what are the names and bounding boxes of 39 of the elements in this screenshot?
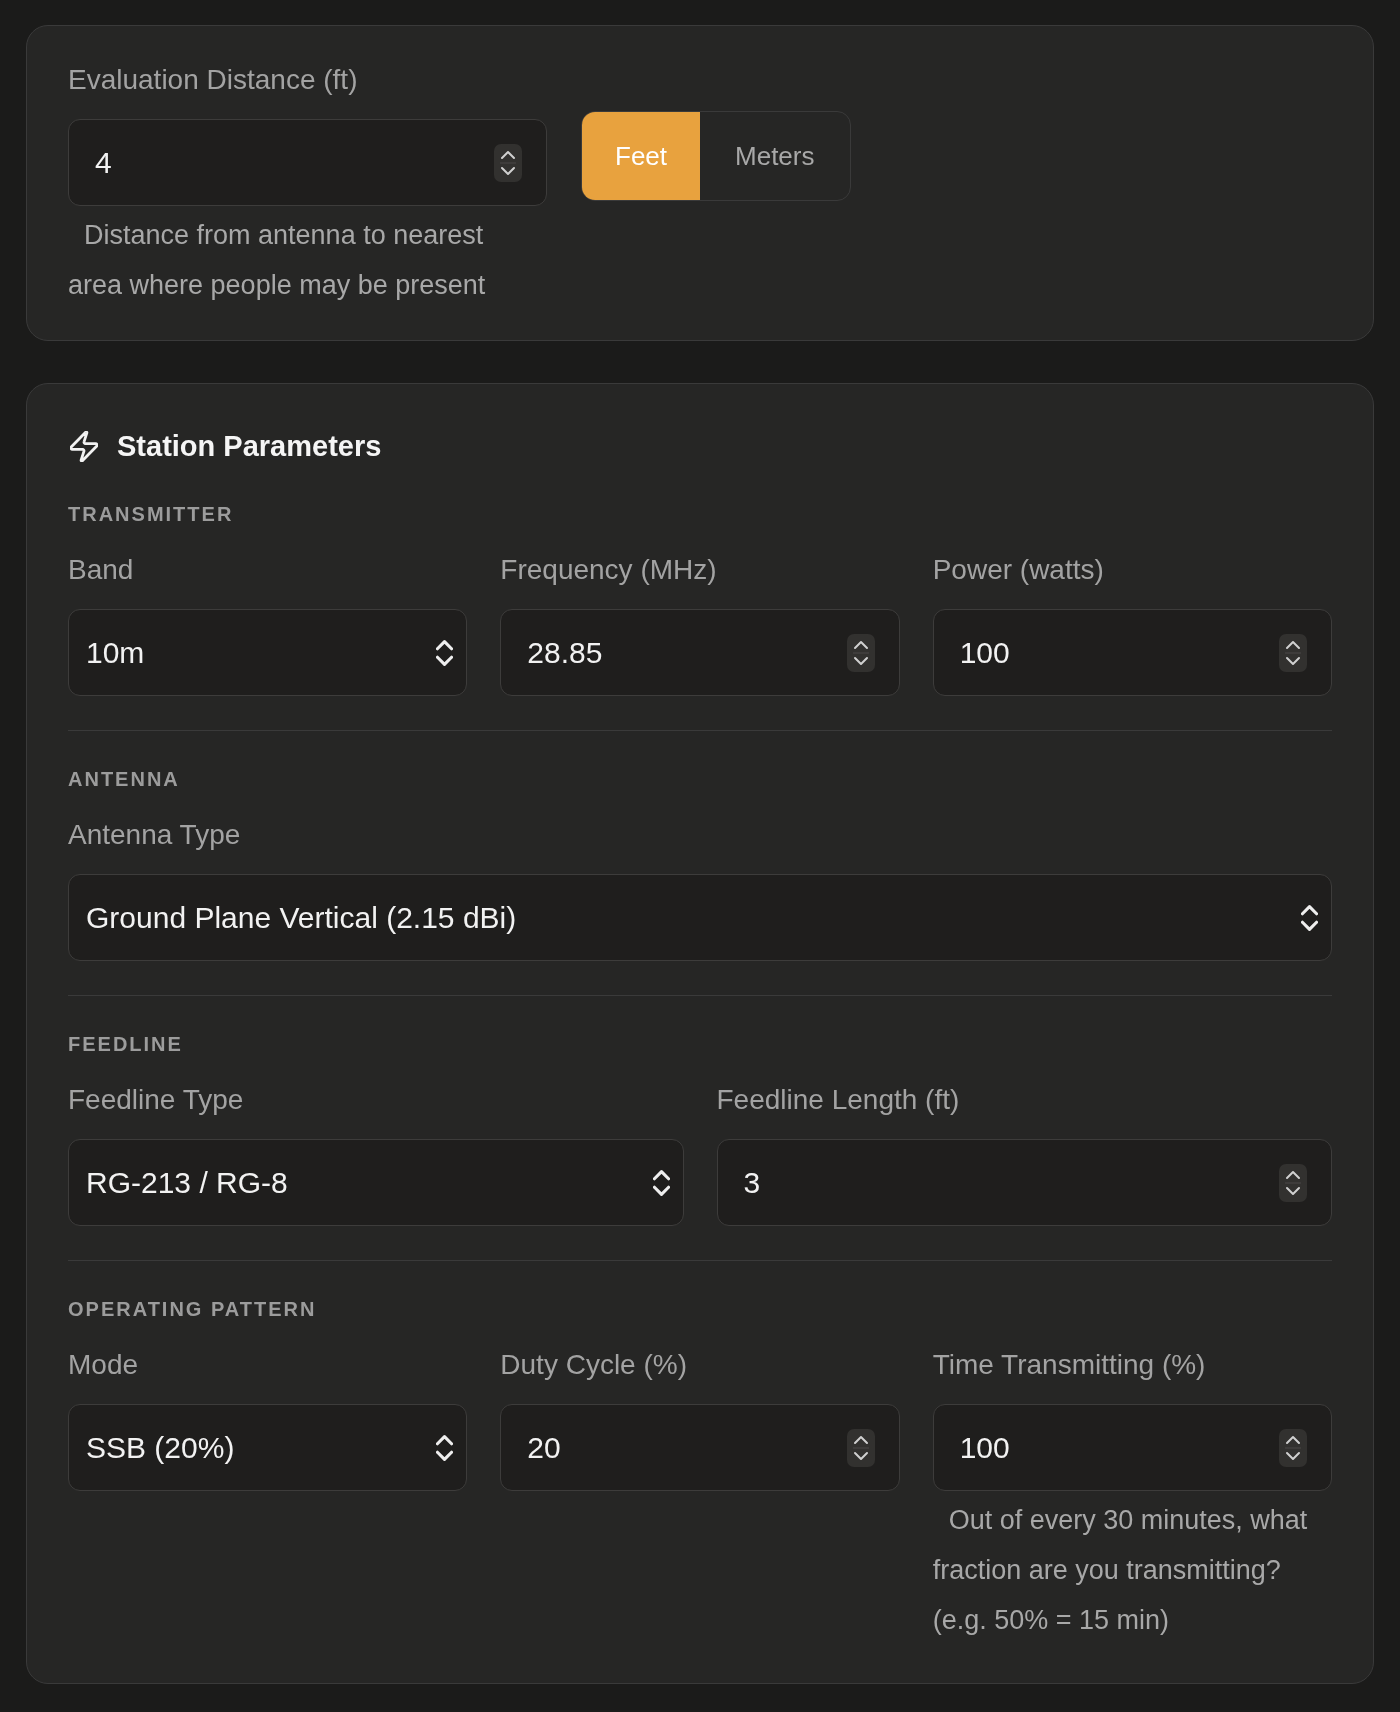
dropdown-field[interactable]: RG-213 / RG-8 bbox=[68, 1139, 684, 1226]
field-label: Antenna Type bbox=[68, 818, 242, 852]
field-label: Duty Cycle (%) bbox=[500, 1348, 689, 1382]
dropdown-field[interactable]: Ground Plane Vertical (2.15 dBi) bbox=[68, 874, 1332, 961]
stepper-arrows-icon[interactable] bbox=[494, 143, 522, 182]
helper-text: Distance from antenna to nearest area where people may be present bbox=[68, 219, 487, 302]
section-heading: OPERATING PATTERN bbox=[68, 1297, 318, 1322]
field-label: Time Transmitting (%) bbox=[932, 1348, 1207, 1382]
stepper-arrows-icon[interactable] bbox=[1279, 1163, 1307, 1202]
section-heading: TRANSMITTER bbox=[68, 502, 235, 527]
chevron-up-down-icon bbox=[1301, 904, 1318, 931]
chevron-up-down-icon bbox=[436, 1434, 454, 1461]
section-heading: FEEDLINE bbox=[68, 1032, 184, 1057]
stepper-arrows-icon[interactable] bbox=[846, 633, 875, 672]
field-label: Feedline Type bbox=[68, 1083, 245, 1117]
chevron-up-down-icon bbox=[652, 1169, 670, 1196]
number-field[interactable]: 4 bbox=[68, 119, 547, 206]
number-field[interactable]: 100 bbox=[932, 609, 1332, 696]
dropdown-field[interactable]: SSB (20%) bbox=[68, 1404, 468, 1491]
field-label: Power (watts) bbox=[932, 553, 1105, 587]
number-field[interactable]: 20 bbox=[500, 1404, 900, 1491]
stepper-arrows-icon[interactable] bbox=[1279, 633, 1307, 672]
number-field[interactable]: 3 bbox=[716, 1139, 1332, 1226]
lightning-bolt-icon bbox=[70, 430, 98, 462]
stepper-arrows-icon[interactable] bbox=[846, 1428, 875, 1467]
dropdown-field[interactable]: 10m bbox=[68, 609, 468, 696]
field-label: Frequency (MHz) bbox=[500, 553, 718, 587]
chevron-up-down-icon bbox=[436, 639, 454, 666]
section-heading: ANTENNA bbox=[68, 767, 181, 792]
stepper-arrows-icon[interactable] bbox=[1279, 1428, 1307, 1467]
field-label: Mode bbox=[68, 1348, 140, 1382]
card-title: Station Parameters bbox=[117, 429, 382, 464]
field-label: Evaluation Distance (ft) bbox=[68, 63, 359, 97]
field-label: Feedline Length (ft) bbox=[716, 1083, 961, 1117]
unit-tab[interactable]: Meters bbox=[700, 112, 850, 200]
number-field[interactable]: 28.85 bbox=[500, 609, 900, 696]
field-label: Band bbox=[68, 553, 135, 587]
number-field[interactable]: 100 bbox=[932, 1404, 1332, 1491]
helper-text: Out of every 30 minutes, what fraction are you transmitting? (e.g. 50% = 15 min) bbox=[932, 1504, 1309, 1637]
